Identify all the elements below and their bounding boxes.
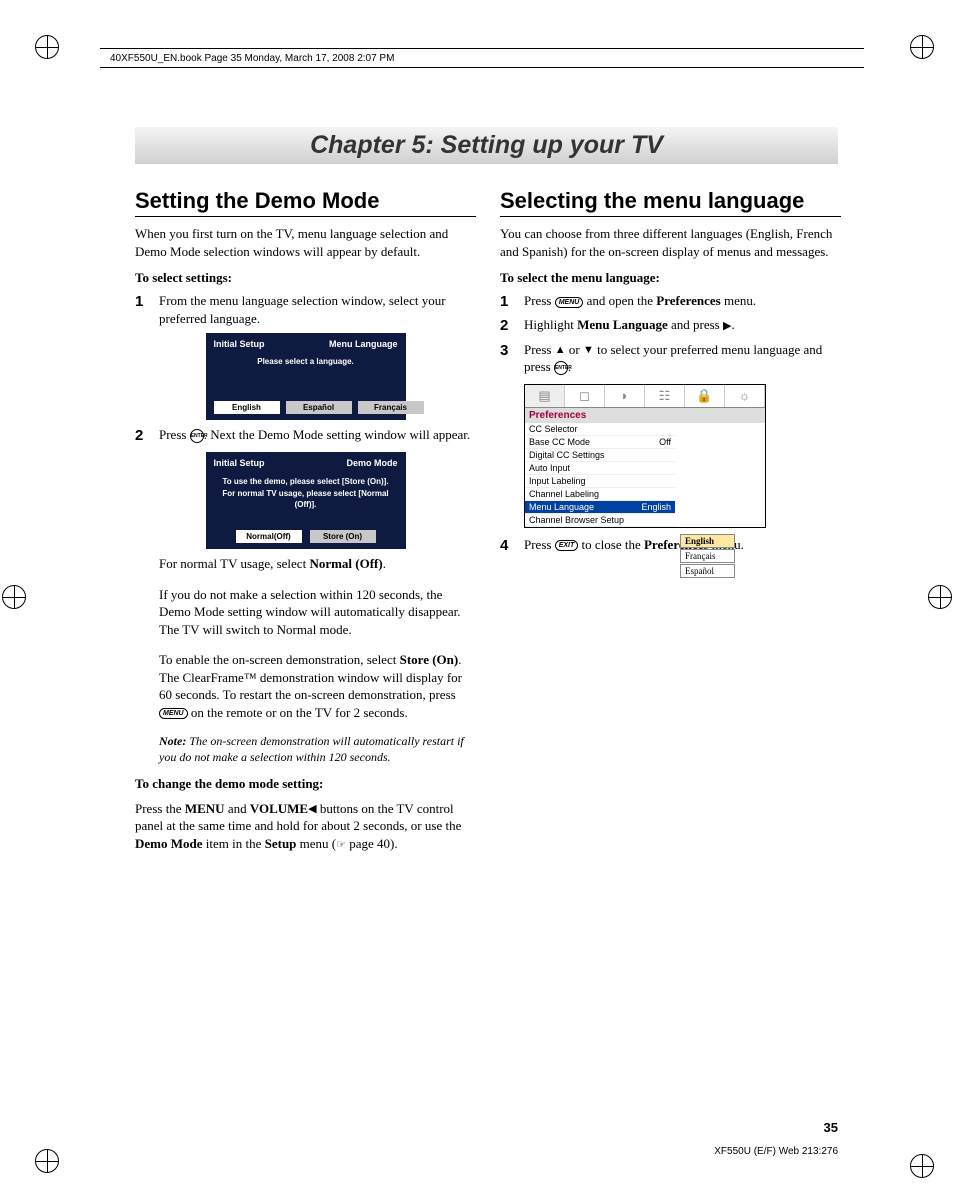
step-number: 1 [500, 292, 514, 312]
step-1: 1 From the menu language selection windo… [135, 292, 476, 327]
osd-row: Input Labeling [525, 475, 675, 488]
left-column: Setting the Demo Mode When you first tur… [135, 188, 476, 861]
step-2: 2 Press ENTER. Next the Demo Mode settin… [135, 426, 476, 446]
reg-mark-icon [910, 35, 934, 59]
reg-mark-icon [35, 35, 59, 59]
reg-mark-icon [2, 585, 26, 609]
header-rule [100, 67, 864, 68]
osd-button-espanol: Español [286, 401, 352, 414]
tab-apps-icon: ☷ [645, 385, 685, 407]
body-text: For normal TV usage, select Normal (Off)… [159, 555, 476, 573]
reg-mark-icon [928, 585, 952, 609]
up-arrow-icon: ▲ [555, 343, 566, 358]
tab-audio-icon: ◗ [605, 385, 645, 407]
body-text: When you first turn on the TV, menu lang… [135, 225, 476, 260]
body-text: To enable the on-screen demonstration, s… [159, 651, 476, 721]
osd-row: Auto Input [525, 462, 675, 475]
step-number: 2 [500, 316, 514, 336]
osd-language-option: Español [680, 564, 735, 578]
step-number: 2 [135, 426, 149, 446]
osd-screenshot: ▤ ◻ ◗ ☷ 🔒 ☼ Preferences CC SelectorBase … [500, 384, 841, 528]
osd-message: To use the demo, please select [Store (O… [214, 476, 398, 510]
step-number: 1 [135, 292, 149, 327]
header-rule [100, 48, 864, 49]
step-text: Highlight Menu Language and press ▶. [524, 316, 841, 336]
osd-button-store: Store (On) [310, 530, 376, 543]
footer-ref: XF550U (E/F) Web 213:276 [714, 1146, 838, 1157]
menu-key-icon: MENU [159, 708, 188, 719]
tv-screenshot-demo: Initial Setup Demo Mode To use the demo,… [206, 452, 406, 549]
content-columns: Setting the Demo Mode When you first tur… [135, 188, 841, 861]
down-arrow-icon: ▼ [583, 343, 594, 358]
osd-tab-row: ▤ ◻ ◗ ☷ 🔒 ☼ [525, 385, 765, 408]
step-3: 3 Press ▲ or ▼ to select your preferred … [500, 341, 841, 376]
page-number: 35 [824, 1120, 838, 1135]
osd-button-normal: Normal(Off) [236, 530, 302, 543]
osd-title-left: Initial Setup [214, 339, 265, 349]
osd-title-right: Menu Language [329, 339, 398, 349]
osd-row: Base CC ModeOff [525, 436, 675, 449]
step-1: 1 Press MENU and open the Preferences me… [500, 292, 841, 312]
hand-pointer-icon: ☞ [336, 838, 346, 853]
step-number: 4 [500, 536, 514, 556]
chapter-heading: Chapter 5: Setting up your TV [135, 127, 838, 164]
sub-heading: To select settings: [135, 270, 476, 286]
step-text: From the menu language selection window,… [159, 292, 476, 327]
right-column: Selecting the menu language You can choo… [500, 188, 841, 861]
reg-mark-icon [910, 1154, 934, 1178]
exit-key-icon: EXIT [555, 540, 579, 551]
osd-message: Please select a language. [214, 357, 398, 366]
step-text: Press MENU and open the Preferences menu… [524, 292, 841, 312]
section-heading-language: Selecting the menu language [500, 188, 841, 217]
left-arrow-icon: ◀ [308, 802, 316, 817]
osd-language-popup: EnglishFrançaisEspañol [680, 534, 735, 579]
osd-section-title: Preferences [525, 408, 765, 423]
osd-title-right: Demo Mode [346, 458, 397, 468]
tab-settings-icon: ☼ [725, 385, 765, 407]
osd-row: Channel Labeling [525, 488, 675, 501]
osd-row: CC Selector [525, 423, 675, 436]
menu-key-icon: MENU [555, 297, 584, 308]
step-text: Press ENTER. Next the Demo Mode setting … [159, 426, 476, 446]
step-2: 2 Highlight Menu Language and press ▶. [500, 316, 841, 336]
chapter-title: Chapter 5: Setting up your TV [310, 131, 663, 160]
osd-title-left: Initial Setup [214, 458, 265, 468]
body-text: Press the MENU and VOLUME◀ buttons on th… [135, 800, 476, 853]
osd-language-option: Français [680, 549, 735, 563]
sub-heading: To change the demo mode setting: [135, 776, 476, 792]
osd-row: Menu LanguageEnglish [525, 501, 675, 514]
step-4: 4 Press EXIT to close the Preferences me… [500, 536, 841, 556]
sub-heading: To select the menu language: [500, 270, 841, 286]
tab-picture-icon: ▤ [525, 385, 565, 407]
osd-row: Digital CC Settings [525, 449, 675, 462]
osd-row: Channel Browser Setup [525, 514, 675, 527]
tv-screenshot-language: Initial Setup Menu Language Please selec… [206, 333, 406, 420]
book-header: 40XF550U_EN.book Page 35 Monday, March 1… [110, 53, 394, 64]
tab-icon: ◻ [565, 385, 605, 407]
section-heading-demo: Setting the Demo Mode [135, 188, 476, 217]
body-text: You can choose from three different lang… [500, 225, 841, 260]
note-text: Note: The on-screen demonstration will a… [159, 734, 476, 765]
osd-menu-list: CC SelectorBase CC ModeOffDigital CC Set… [525, 423, 675, 527]
manual-page: 40XF550U_EN.book Page 35 Monday, March 1… [0, 0, 954, 1193]
step-text: Press ▲ or ▼ to select your preferred me… [524, 341, 841, 376]
step-number: 3 [500, 341, 514, 376]
body-text: If you do not make a selection within 12… [159, 586, 476, 639]
osd-button-francais: Français [358, 401, 424, 414]
tab-lock-icon: 🔒 [685, 385, 725, 407]
enter-key-icon: ENTER [554, 361, 568, 375]
osd-language-option: English [680, 534, 735, 548]
enter-key-icon: ENTER [190, 429, 204, 443]
osd-button-english: English [214, 401, 280, 414]
reg-mark-icon [35, 1149, 59, 1173]
